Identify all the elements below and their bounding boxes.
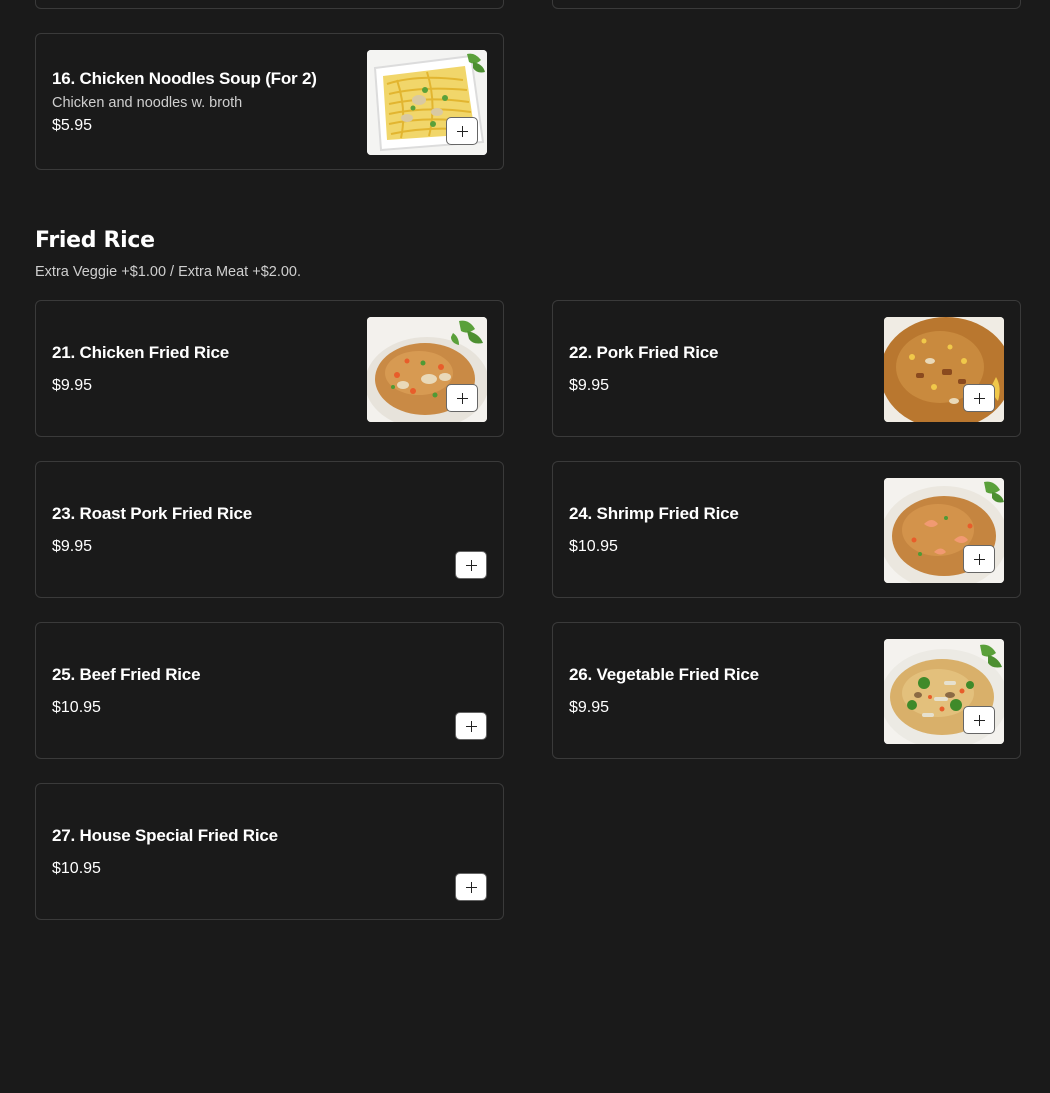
menu-item-card[interactable]: 16. Chicken Noodles Soup (For 2) Chicken… xyxy=(35,33,504,170)
menu-item-name: 24. Shrimp Fried Rice xyxy=(569,503,739,523)
menu-item-name: 23. Roast Pork Fried Rice xyxy=(52,503,253,523)
add-to-cart-button[interactable] xyxy=(455,712,487,740)
menu-item-price: $9.95 xyxy=(569,376,610,394)
plus-icon xyxy=(465,720,477,732)
menu-item-info: 21. Chicken Fried Rice $9.95 xyxy=(52,343,353,395)
vegetable-fried-rice-photo[interactable] xyxy=(884,639,1004,744)
plus-icon xyxy=(973,392,985,404)
add-to-cart-button[interactable] xyxy=(963,545,995,573)
chicken-noodle-soup-photo[interactable] xyxy=(367,50,487,155)
menu-item-price: $10.95 xyxy=(52,859,101,877)
plus-icon xyxy=(456,125,468,137)
menu-item-price: $9.95 xyxy=(52,537,93,555)
menu-item-info: 23. Roast Pork Fried Rice $9.95 xyxy=(52,504,353,556)
add-to-cart-button[interactable] xyxy=(963,706,995,734)
add-to-cart-button[interactable] xyxy=(455,873,487,901)
menu-item-card[interactable]: 24. Shrimp Fried Rice $10.95 xyxy=(552,461,1021,598)
menu-item-card-partial[interactable] xyxy=(552,0,1021,9)
add-to-cart-button[interactable] xyxy=(963,384,995,412)
menu-item-price: $9.95 xyxy=(52,376,93,394)
menu-item-name: 21. Chicken Fried Rice xyxy=(52,342,230,362)
menu-item-info: 27. House Special Fried Rice $10.95 xyxy=(52,826,353,878)
menu-item-info: 26. Vegetable Fried Rice $9.95 xyxy=(569,665,870,717)
menu-item-card[interactable]: 25. Beef Fried Rice $10.95 xyxy=(35,622,504,759)
menu-item-name: 22. Pork Fried Rice xyxy=(569,342,719,362)
menu-page: 16. Chicken Noodles Soup (For 2) Chicken… xyxy=(0,0,1050,1093)
menu-item-price: $10.95 xyxy=(569,537,618,555)
menu-item-info: 16. Chicken Noodles Soup (For 2) Chicken… xyxy=(52,69,353,135)
menu-item-info: 24. Shrimp Fried Rice $10.95 xyxy=(569,504,870,556)
menu-item-card-partial[interactable] xyxy=(35,0,504,9)
plus-icon xyxy=(465,559,477,571)
shrimp-fried-rice-photo[interactable] xyxy=(884,478,1004,583)
menu-item-card[interactable]: 26. Vegetable Fried Rice $9.95 xyxy=(552,622,1021,759)
add-to-cart-button[interactable] xyxy=(455,551,487,579)
plus-icon xyxy=(456,392,468,404)
section-title: Fried Rice xyxy=(35,228,155,253)
menu-item-info: 22. Pork Fried Rice $9.95 xyxy=(569,343,870,395)
menu-item-card[interactable]: 23. Roast Pork Fried Rice $9.95 xyxy=(35,461,504,598)
chicken-fried-rice-photo[interactable] xyxy=(367,317,487,422)
menu-item-name: 27. House Special Fried Rice xyxy=(52,825,278,845)
section-note: Extra Veggie +$1.00 / Extra Meat +$2.00. xyxy=(35,264,302,280)
add-to-cart-button[interactable] xyxy=(446,117,478,145)
plus-icon xyxy=(973,714,985,726)
menu-item-price: $5.95 xyxy=(52,116,93,134)
menu-item-price: $10.95 xyxy=(52,698,101,716)
menu-item-card[interactable]: 21. Chicken Fried Rice $9.95 xyxy=(35,300,504,437)
menu-item-description: Chicken and noodles w. broth xyxy=(52,94,243,111)
menu-item-name: 16. Chicken Noodles Soup (For 2) xyxy=(52,68,317,88)
menu-item-name: 26. Vegetable Fried Rice xyxy=(569,664,759,684)
menu-item-price: $9.95 xyxy=(569,698,610,716)
menu-item-card[interactable]: 22. Pork Fried Rice $9.95 xyxy=(552,300,1021,437)
menu-item-info: 25. Beef Fried Rice $10.95 xyxy=(52,665,353,717)
menu-item-name: 25. Beef Fried Rice xyxy=(52,664,201,684)
menu-item-card[interactable]: 27. House Special Fried Rice $10.95 xyxy=(35,783,504,920)
plus-icon xyxy=(465,881,477,893)
add-to-cart-button[interactable] xyxy=(446,384,478,412)
pork-fried-rice-photo[interactable] xyxy=(884,317,1004,422)
plus-icon xyxy=(973,553,985,565)
